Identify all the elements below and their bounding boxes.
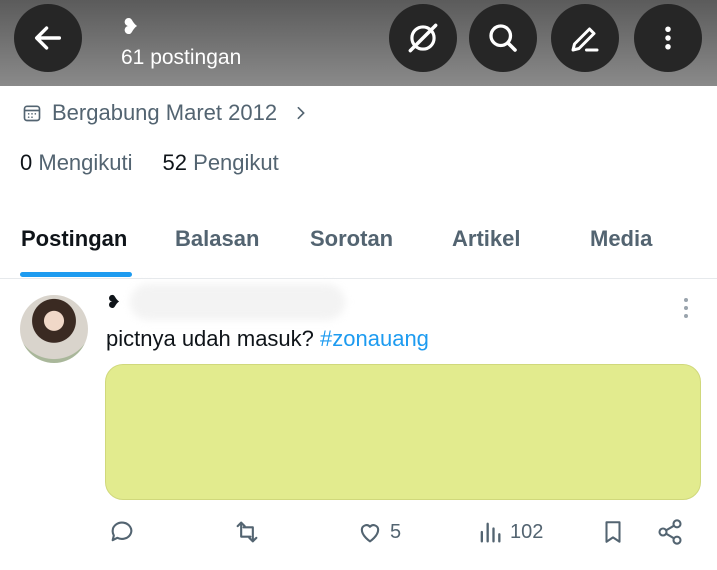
post-count: 61 postingan: [121, 46, 242, 69]
repost-button[interactable]: [232, 518, 268, 546]
tab-artikel[interactable]: Artikel: [452, 226, 520, 252]
views-count: 102: [510, 520, 544, 543]
reply-button[interactable]: [108, 518, 142, 546]
profile-name: ❥: [121, 14, 140, 39]
tab-postingan[interactable]: Postingan: [21, 226, 127, 252]
more-vertical-icon: [684, 298, 688, 318]
search-button[interactable]: [469, 4, 537, 72]
following-count: 0: [20, 150, 33, 175]
share-icon: [658, 519, 682, 545]
edit-icon: [571, 27, 599, 52]
reply-icon: [111, 521, 133, 542]
tab-media[interactable]: Media: [590, 226, 652, 252]
following-label: Mengikuti: [38, 150, 133, 175]
joined-date-row[interactable]: Bergabung Maret 2012: [22, 100, 309, 126]
chevron-right-icon: [297, 106, 305, 120]
repost-icon: [236, 521, 258, 543]
like-button[interactable]: 5: [356, 518, 401, 546]
post-more-button[interactable]: [676, 296, 696, 325]
followers-label: Pengikut: [193, 150, 279, 175]
grok-icon: [408, 23, 438, 53]
back-button[interactable]: [14, 4, 82, 72]
grok-button[interactable]: [389, 4, 457, 72]
post-text: pictnya udah masuk? #zonauang: [106, 326, 429, 352]
tab-balasan[interactable]: Balasan: [175, 226, 259, 252]
bookmark-button[interactable]: [600, 518, 626, 546]
tab-sorotan[interactable]: Sorotan: [310, 226, 393, 252]
joined-date-text: Bergabung Maret 2012: [52, 100, 278, 125]
hashtag-link[interactable]: #zonauang: [320, 326, 429, 351]
profile-header: ❥ 61 postingan: [0, 0, 717, 86]
back-arrow-icon: [34, 26, 62, 50]
more-options-button[interactable]: [634, 4, 702, 72]
share-button[interactable]: [656, 518, 684, 546]
calendar-icon: [23, 105, 41, 122]
post-body: pictnya udah masuk?: [106, 326, 321, 351]
search-icon: [489, 24, 517, 52]
views-button[interactable]: 102: [476, 518, 543, 546]
heart-icon: [360, 524, 380, 543]
like-count: 5: [390, 520, 402, 543]
follow-stats: 0 Mengikuti 52 Pengikut: [20, 150, 279, 176]
following-link[interactable]: 0 Mengikuti: [20, 150, 133, 176]
post-media-image[interactable]: [105, 364, 701, 500]
post-author-name[interactable]: ❥: [106, 292, 121, 313]
bookmark-icon: [605, 521, 621, 543]
active-tab-indicator: [20, 272, 132, 277]
edit-profile-button[interactable]: [551, 4, 619, 72]
followers-link[interactable]: 52 Pengikut: [163, 150, 279, 176]
redacted-username: [130, 284, 345, 320]
views-chart-icon: [480, 522, 501, 543]
more-vertical-icon: [665, 26, 671, 50]
followers-count: 52: [162, 150, 188, 175]
avatar[interactable]: [20, 295, 88, 363]
profile-tabs: Postingan Balasan Sorotan Artikel Media: [0, 218, 717, 279]
